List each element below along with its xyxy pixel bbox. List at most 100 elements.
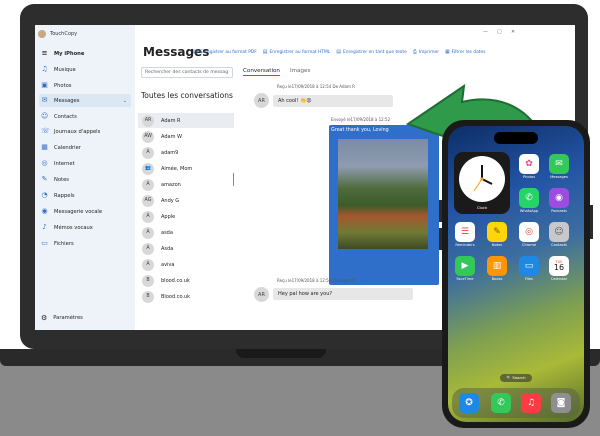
document-icon: ▤ [193, 49, 198, 55]
globe-icon: ◎ [41, 159, 48, 167]
app-notes[interactable]: ✎ Notes [486, 222, 508, 247]
camera-icon: ◙ [551, 393, 571, 413]
app-photos[interactable]: ✿ Photos [518, 154, 540, 179]
sidebar-item-call-logs[interactable]: ☏ Journaux d'appels [39, 125, 131, 138]
message-text: Great thank you, Loving [331, 128, 389, 133]
document-icon: ▤ [262, 49, 268, 55]
app-messages[interactable]: ✉ Messages [548, 154, 570, 179]
dock-phone[interactable]: ✆ [490, 393, 512, 413]
avatar: AR [254, 93, 269, 108]
avatar: A [142, 226, 154, 239]
contact-item[interactable]: 👥 Aimée, Mom [138, 161, 234, 176]
contact-item[interactable]: A asda [138, 225, 234, 240]
save-html-button[interactable]: ▤ Enregistrer au format HTML [263, 49, 330, 55]
avatar: A [142, 242, 154, 255]
tab-conversation[interactable]: Conversation [243, 68, 280, 76]
app-podcasts[interactable]: ◉ Podcasts [548, 188, 570, 213]
close-button[interactable]: ✕ [511, 29, 515, 35]
avatar: A [142, 210, 154, 223]
contacts-icon: ☺ [549, 222, 569, 242]
sidebar-item-voice-memos[interactable]: ♪ Mémos vocaux [39, 221, 131, 234]
contact-item[interactable]: AR Adam R [138, 113, 234, 128]
phone-icon: ☏ [41, 127, 50, 135]
sidebar-item-messages[interactable]: ✉ Messages ⌄ [39, 94, 131, 107]
app-logo-icon [38, 30, 46, 38]
sidebar-item-my-iphone[interactable]: ≡ My iPhone [39, 47, 131, 60]
clock-widget[interactable]: Clock [454, 152, 510, 214]
maximize-button[interactable]: ▢ [497, 29, 502, 35]
books-icon: ▥ [487, 256, 507, 276]
app-whatsapp[interactable]: ✆ WhatsApp [518, 188, 540, 213]
chevron-down-icon[interactable]: ⌄ [123, 98, 127, 104]
save-pdf-button[interactable]: ▤ Enregistrer au format PDF [193, 49, 257, 55]
contact-item[interactable]: A amazon [138, 177, 234, 192]
sidebar-item-photos[interactable]: ▣ Photos [39, 79, 131, 92]
music-icon: ♫ [521, 393, 541, 413]
tab-images[interactable]: Images [290, 68, 310, 76]
app-chrome[interactable]: ◎ Chrome [518, 222, 540, 247]
gear-icon: ⚙ [41, 314, 48, 322]
app-books[interactable]: ▥ Books [486, 256, 508, 281]
music-icon: ♫ [41, 65, 48, 73]
contacts-scrollbar[interactable] [233, 173, 234, 186]
app-reminders[interactable]: ☰ Reminders [454, 222, 476, 247]
filter-dates-button[interactable]: ▦ Filtrer les dates [445, 49, 486, 55]
avatar: B [142, 290, 154, 303]
contact-item[interactable]: A Apple [138, 209, 234, 224]
sidebar-item-reminders[interactable]: ◔ Rappels [39, 189, 131, 202]
reminders-icon: ☰ [455, 222, 475, 242]
hamburger-icon[interactable]: ≡ [41, 50, 48, 57]
sidebar-item-internet[interactable]: ◎ Internet [39, 157, 131, 170]
contact-item[interactable]: B Blood.co.uk [138, 289, 234, 304]
contact-item[interactable]: AG Andy G [138, 193, 234, 208]
message-meta: Reçu le17/09/2018 à 12:54 De Adam R [277, 84, 355, 89]
message-bubble: Ah cool! 👏😮 [273, 95, 393, 107]
home-search-button[interactable]: 🔍 Search [500, 374, 532, 382]
podcasts-icon: ◉ [549, 188, 569, 208]
laptop-hinge-notch [236, 349, 326, 358]
avatar: A [142, 258, 154, 271]
photos-icon: ✿ [519, 154, 539, 174]
folder-icon: ▭ [41, 239, 48, 247]
sidebar-item-files[interactable]: ▭ Fichiers [39, 237, 131, 250]
phone-home-screen: Clock ✿ Photos ✉ Messages ✆ WhatsApp ◉ P… [448, 126, 584, 422]
avatar: A [142, 146, 154, 159]
contact-item[interactable]: B blood.co.uk [138, 273, 234, 288]
contact-item[interactable]: A aviva [138, 257, 234, 272]
app-files[interactable]: ▭ Files [518, 256, 540, 281]
message-bubble: Hey pal how are you? [273, 288, 413, 300]
conversations-header: Toutes les conversations [141, 91, 233, 100]
sidebar-item-notes[interactable]: ✎ Notes [39, 173, 131, 186]
printer-icon: ⎙ [412, 49, 417, 55]
avatar: AG [142, 194, 154, 207]
avatar: B [142, 274, 154, 287]
save-text-button[interactable]: ▤ Enregistrer en tant que texte [336, 49, 407, 55]
phone-icon: ✆ [491, 393, 511, 413]
dock-music[interactable]: ♫ [520, 393, 542, 413]
app-calendar[interactable]: TUE 16 Calendar [548, 256, 570, 281]
phone-power-button [590, 205, 593, 239]
app-facetime[interactable]: ▶ FaceTime [454, 256, 476, 281]
facetime-icon: ▶ [455, 256, 475, 276]
settings-button[interactable]: ⚙ Paramètres [41, 314, 83, 322]
contact-item[interactable]: A Asda [138, 241, 234, 256]
avatar: A [142, 178, 154, 191]
contact-search-input[interactable]: Rechercher des contacts de messag [141, 67, 233, 78]
minimize-button[interactable]: — [483, 29, 488, 35]
sidebar-item-contacts[interactable]: ☺ Contacts [39, 110, 131, 123]
print-button[interactable]: ⎙ Imprimer [413, 49, 439, 55]
dock-safari[interactable]: ✪ [458, 393, 480, 413]
messages-icon: ✉ [549, 154, 569, 174]
contact-item[interactable]: A adam9 [138, 145, 234, 160]
sidebar-item-calendar[interactable]: ▦ Calendrier [39, 141, 131, 154]
app-contacts[interactable]: ☺ Contacts [548, 222, 570, 247]
sidebar-item-voicemail[interactable]: ◉ Messagerie vocale [39, 205, 131, 218]
whatsapp-icon: ✆ [519, 188, 539, 208]
sidebar-item-music[interactable]: ♫ Musique [39, 63, 131, 76]
contact-item[interactable]: AW Adam W [138, 129, 234, 144]
app-name: TouchCopy [50, 31, 78, 37]
calendar-icon: ▦ [445, 49, 450, 55]
dock-camera[interactable]: ◙ [550, 393, 572, 413]
files-icon: ▭ [519, 256, 539, 276]
titlebar: TouchCopy [38, 29, 77, 39]
